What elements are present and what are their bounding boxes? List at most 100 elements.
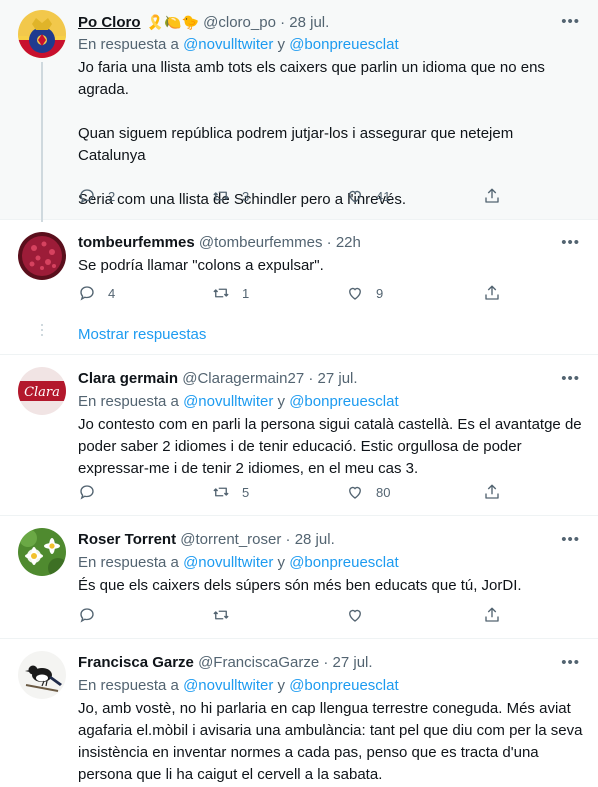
tweet-paragraph: Jo faria una llista amb tots els caixers… [78,59,545,98]
mention-link[interactable]: @bonpreuesclat [289,677,398,694]
heart-icon [349,609,361,622]
separator-dot: · [326,234,332,251]
like-count: 80 [376,484,391,500]
mention-link[interactable]: @bonpreuesclat [289,554,398,571]
tweet-paragraph: Quan siguem república podrem jutjar-los … [78,125,514,164]
more-options-icon[interactable]: ••• [561,530,580,550]
user-handle[interactable]: @Claragermain27 [182,370,304,387]
share-button[interactable] [483,483,501,501]
reply-context: En respuesta a @novulltwiter y @bonpreue… [78,392,584,412]
tweet-header: Po Cloro 🎗️🍋🐤 @cloro_po · 28 jul. ••• [78,12,584,32]
retweet-button[interactable]: 1 [212,284,249,302]
user-handle[interactable]: @torrent_roser [180,531,281,548]
display-name[interactable]: Francisca Garze [78,654,194,671]
display-name[interactable]: Roser Torrent [78,531,176,548]
mention-link[interactable]: @novulltwiter [183,36,273,53]
reply-icon [80,286,94,301]
timestamp[interactable]: 28 jul. [289,14,329,31]
reply-context: En respuesta a @novulltwiter y @bonpreue… [78,676,584,696]
reply-join: y [277,36,286,53]
tweet-text: Jo, amb vostè, no hi parlaria en cap lle… [78,700,583,783]
like-button[interactable]: 41 [346,187,390,205]
timestamp[interactable]: 27 jul. [333,654,373,671]
like-button[interactable]: 9 [346,284,383,302]
retweet-button[interactable] [212,606,242,624]
share-icon [485,285,499,300]
avatar-clara-germain[interactable]: Clara [18,367,66,415]
reply-count: 2 [108,188,116,204]
tweet-actions: 5 80 [78,483,508,505]
tweet-tombeurfemmes[interactable]: tombeurfemmes @tombeurfemmes · 22h ••• S… [0,220,598,355]
more-options-icon[interactable]: ••• [561,369,580,389]
reply-button[interactable]: 4 [78,284,115,302]
reply-prefix: En respuesta a [78,393,179,410]
more-options-icon[interactable]: ••• [561,653,580,673]
reply-prefix: En respuesta a [78,677,179,694]
mention-link[interactable]: @bonpreuesclat [289,36,398,53]
tweet-francisca-garze[interactable]: Francisca Garze @FranciscaGarze · 27 jul… [0,639,598,787]
share-button[interactable] [483,606,501,624]
retweet-button[interactable]: 5 [212,483,249,501]
avatar-tombeurfemmes[interactable] [18,232,66,280]
display-name[interactable]: Clara germain [78,370,178,387]
separator-dot: · [323,654,329,671]
reply-icon [80,485,94,500]
reply-count: 4 [108,285,116,301]
separator-dot: · [280,14,286,31]
reply-button[interactable] [78,483,108,501]
tweet-text: Jo contesto com en parli la persona sigu… [78,416,582,477]
name-emojis: 🎗️🍋🐤 [146,14,199,30]
mention-link[interactable]: @novulltwiter [183,677,273,694]
like-button[interactable] [346,606,376,624]
avatar-logo-text: Clara [24,385,60,400]
share-icon [485,188,499,203]
mention-link[interactable]: @novulltwiter [183,554,273,571]
user-handle[interactable]: @FranciscaGarze [198,654,319,671]
tweet-text: És que els caixers dels súpers són més b… [78,577,522,594]
tweet-header: Clara germain @Claragermain27 · 27 jul. … [78,369,584,389]
avatar-roser-torrent[interactable] [18,528,66,576]
reply-button[interactable] [78,606,108,624]
retweet-icon [213,487,229,497]
user-handle[interactable]: @tombeurfemmes [199,234,323,251]
thread-dots [41,324,43,339]
tweet-header: Roser Torrent @torrent_roser · 28 jul. •… [78,530,584,550]
show-replies-link[interactable]: Mostrar respuestas [78,326,206,343]
more-options-icon[interactable]: ••• [561,233,580,253]
share-icon [485,484,499,499]
avatar-francisca-garze[interactable] [18,651,66,699]
tweet-actions: 4 1 9 [78,284,508,306]
retweet-button[interactable]: 3 [212,187,249,205]
share-button[interactable] [483,284,501,302]
reply-join: y [277,393,286,410]
display-name[interactable]: tombeurfemmes [78,234,195,251]
user-handle[interactable]: @cloro_po [203,14,276,31]
more-options-icon[interactable]: ••• [561,12,580,32]
share-icon [485,607,499,622]
heart-icon [349,287,361,300]
heart-icon [349,486,361,499]
reply-context: En respuesta a @novulltwiter y @bonpreue… [78,553,584,573]
retweet-count: 1 [242,285,250,301]
timestamp[interactable]: 22h [336,234,361,251]
retweet-icon [213,610,229,620]
mention-link[interactable]: @novulltwiter [183,393,273,410]
reply-icon [80,608,94,623]
tweet-text: Se podría llamar "colons a expulsar". [78,257,324,274]
reply-context: En respuesta a @novulltwiter y @bonpreue… [78,35,584,55]
mention-link[interactable]: @bonpreuesclat [289,393,398,410]
timestamp[interactable]: 27 jul. [318,370,358,387]
tweet-po-cloro[interactable]: Po Cloro 🎗️🍋🐤 @cloro_po · 28 jul. ••• En… [0,0,598,222]
timestamp[interactable]: 28 jul. [295,531,335,548]
tweet-roser-torrent[interactable]: Roser Torrent @torrent_roser · 28 jul. •… [0,516,598,639]
reply-button[interactable]: 2 [78,187,115,205]
like-count: 41 [376,188,391,204]
reply-prefix: En respuesta a [78,36,179,53]
tweet-clara-germain[interactable]: Clara Clara germain @Claragermain27 · 27… [0,355,598,516]
share-button[interactable] [483,187,501,205]
avatar-po-cloro[interactable] [18,10,66,58]
retweet-icon [213,288,229,298]
display-name[interactable]: Po Cloro [78,14,141,31]
like-button[interactable]: 80 [346,483,390,501]
tweet-actions: 2 3 41 [78,187,508,209]
